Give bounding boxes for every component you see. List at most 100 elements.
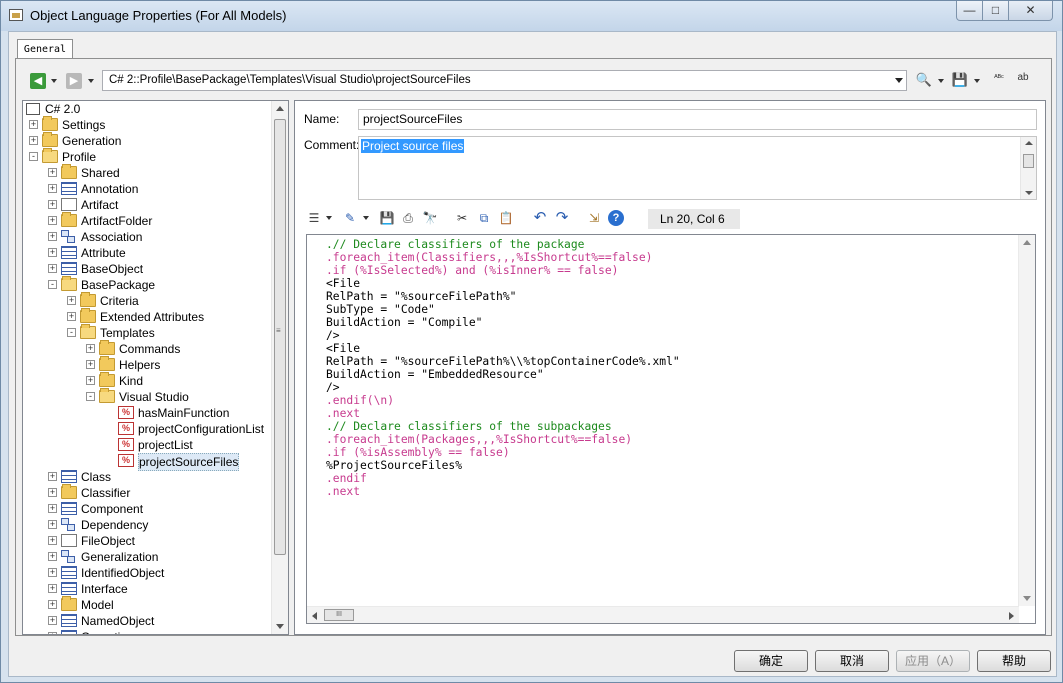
forward-dropdown-icon[interactable] xyxy=(88,79,94,83)
expand-icon[interactable]: + xyxy=(48,488,57,497)
expand-icon[interactable]: + xyxy=(67,312,76,321)
tree-item-label: BaseObject xyxy=(81,262,144,276)
scroll-down-icon[interactable] xyxy=(1023,596,1031,601)
search-dropdown-icon[interactable] xyxy=(938,79,944,83)
expand-icon[interactable]: + xyxy=(48,552,57,561)
scroll-up-icon[interactable] xyxy=(1025,141,1033,145)
save-dropdown-icon[interactable] xyxy=(974,79,980,83)
replace-text-icon[interactable]: ab xyxy=(1014,69,1032,87)
expand-icon[interactable]: + xyxy=(48,632,57,634)
path-combobox[interactable]: C# 2::Profile\BasePackage\Templates\Visu… xyxy=(102,70,907,91)
edit-dropdown-icon[interactable] xyxy=(363,216,369,220)
expand-icon[interactable]: + xyxy=(48,472,57,481)
ok-button[interactable]: 确定 xyxy=(734,650,808,672)
edit-icon[interactable]: ✎ xyxy=(341,209,359,227)
list-dropdown-icon[interactable] xyxy=(326,216,332,220)
scroll-up-icon[interactable] xyxy=(276,106,284,111)
tree-item-label: projectList xyxy=(138,438,193,452)
expand-icon[interactable]: + xyxy=(48,616,57,625)
tree-item-label: Helpers xyxy=(119,358,161,372)
expand-icon[interactable]: + xyxy=(48,520,57,529)
object-tree[interactable]: C# 2.0 + Settings + Generation - Profile + Shar… xyxy=(22,100,289,635)
cancel-button[interactable]: 取消 xyxy=(815,650,889,672)
editor-vertical-scrollbar[interactable] xyxy=(1018,235,1035,606)
insert-icon[interactable]: ⇲ xyxy=(585,209,603,227)
tree-item-label: Interface xyxy=(81,582,128,596)
save-icon[interactable]: 💾 xyxy=(378,209,396,227)
forward-icon[interactable]: ▶ xyxy=(66,73,82,89)
print-icon[interactable]: ⎙ xyxy=(399,209,417,227)
help-button[interactable]: 帮助 xyxy=(977,650,1051,672)
expand-icon[interactable]: + xyxy=(48,184,57,193)
find-icon[interactable]: 🔭 xyxy=(421,209,439,227)
paste-icon[interactable]: 📋 xyxy=(497,209,515,227)
spellcheck-icon[interactable]: ᴬᴮᶜ xyxy=(990,69,1008,87)
search-icon[interactable]: 🔍 xyxy=(915,71,933,89)
cut-icon[interactable]: ✂ xyxy=(453,209,471,227)
expand-icon[interactable]: + xyxy=(48,504,57,513)
expand-icon[interactable]: + xyxy=(29,120,38,129)
tree-item-label: Settings xyxy=(62,118,106,132)
apply-button[interactable]: 应用（A） xyxy=(896,650,970,672)
expand-icon[interactable]: + xyxy=(48,168,57,177)
horizontal-scroll-thumb[interactable]: III xyxy=(324,609,354,621)
expand-icon[interactable]: + xyxy=(67,296,76,305)
undo-icon[interactable]: ↶ xyxy=(531,209,549,227)
tree-scroll-thumb[interactable] xyxy=(274,119,286,555)
expand-icon[interactable]: + xyxy=(86,376,95,385)
expand-icon[interactable]: + xyxy=(48,264,57,273)
collapse-icon[interactable]: - xyxy=(48,280,57,289)
comment-scroll-thumb[interactable] xyxy=(1023,154,1034,168)
scroll-left-icon[interactable] xyxy=(312,612,317,620)
close-button[interactable]: ✕ xyxy=(1008,1,1053,21)
help-icon[interactable]: ? xyxy=(608,210,624,226)
scroll-down-icon[interactable] xyxy=(1025,191,1033,195)
folder-open-icon xyxy=(42,148,58,163)
redo-icon[interactable]: ↷ xyxy=(553,209,571,227)
expand-icon[interactable]: + xyxy=(48,536,57,545)
chevron-down-icon[interactable] xyxy=(895,78,903,83)
template-code-editor[interactable]: .// Declare classifiers of the package .f… xyxy=(306,234,1036,624)
expand-icon[interactable]: + xyxy=(48,584,57,593)
expand-icon[interactable]: + xyxy=(48,200,57,209)
code-line: .foreach_item(Classifiers,,,%IsShortcut%… xyxy=(326,251,653,264)
expand-icon[interactable]: + xyxy=(86,344,95,353)
collapse-icon[interactable]: - xyxy=(67,328,76,337)
comment-field[interactable]: Project source files xyxy=(358,136,1037,200)
collapse-icon[interactable]: - xyxy=(29,152,38,161)
copy-icon[interactable]: ⧉ xyxy=(475,209,493,227)
expand-icon[interactable]: + xyxy=(48,568,57,577)
expand-icon[interactable]: + xyxy=(48,600,57,609)
scroll-up-icon[interactable] xyxy=(1023,240,1031,245)
back-icon[interactable]: ◀ xyxy=(30,73,46,89)
comment-scrollbar[interactable] xyxy=(1020,137,1036,199)
minimize-button[interactable]: — xyxy=(956,1,983,21)
template-icon: % xyxy=(118,454,134,467)
code-line: .endif(\n) xyxy=(326,394,395,407)
folder-icon xyxy=(80,292,96,307)
tree-item-label: Generation xyxy=(62,134,122,148)
expand-icon[interactable]: + xyxy=(48,216,57,225)
code-line: BuildAction = "Compile" xyxy=(326,316,483,329)
expand-icon[interactable]: + xyxy=(86,360,95,369)
name-field[interactable]: projectSourceFiles xyxy=(358,109,1037,130)
list-icon[interactable]: ☰ xyxy=(305,209,323,227)
editor-horizontal-scrollbar[interactable]: III xyxy=(307,606,1019,623)
class-icon xyxy=(61,566,77,579)
expand-icon[interactable]: + xyxy=(29,136,38,145)
save-icon[interactable]: 💾 xyxy=(951,71,969,89)
tree-scrollbar[interactable]: ≡ xyxy=(271,101,288,634)
collapse-icon[interactable]: - xyxy=(86,392,95,401)
expand-icon[interactable]: + xyxy=(48,248,57,257)
title-bar[interactable]: Object Language Properties (For All Mode… xyxy=(1,1,1062,31)
code-text[interactable]: .// Declare classifiers of the package .f… xyxy=(326,238,680,498)
tree-item-label: FileObject xyxy=(81,534,136,548)
code-line: BuildAction = "EmbeddedResource" xyxy=(326,368,544,381)
maximize-button[interactable]: □ xyxy=(982,1,1009,21)
tab-general[interactable]: General xyxy=(17,39,73,59)
scroll-right-icon[interactable] xyxy=(1009,612,1014,620)
back-dropdown-icon[interactable] xyxy=(51,79,57,83)
class-icon xyxy=(61,470,77,483)
expand-icon[interactable]: + xyxy=(48,232,57,241)
scroll-down-icon[interactable] xyxy=(276,624,284,629)
